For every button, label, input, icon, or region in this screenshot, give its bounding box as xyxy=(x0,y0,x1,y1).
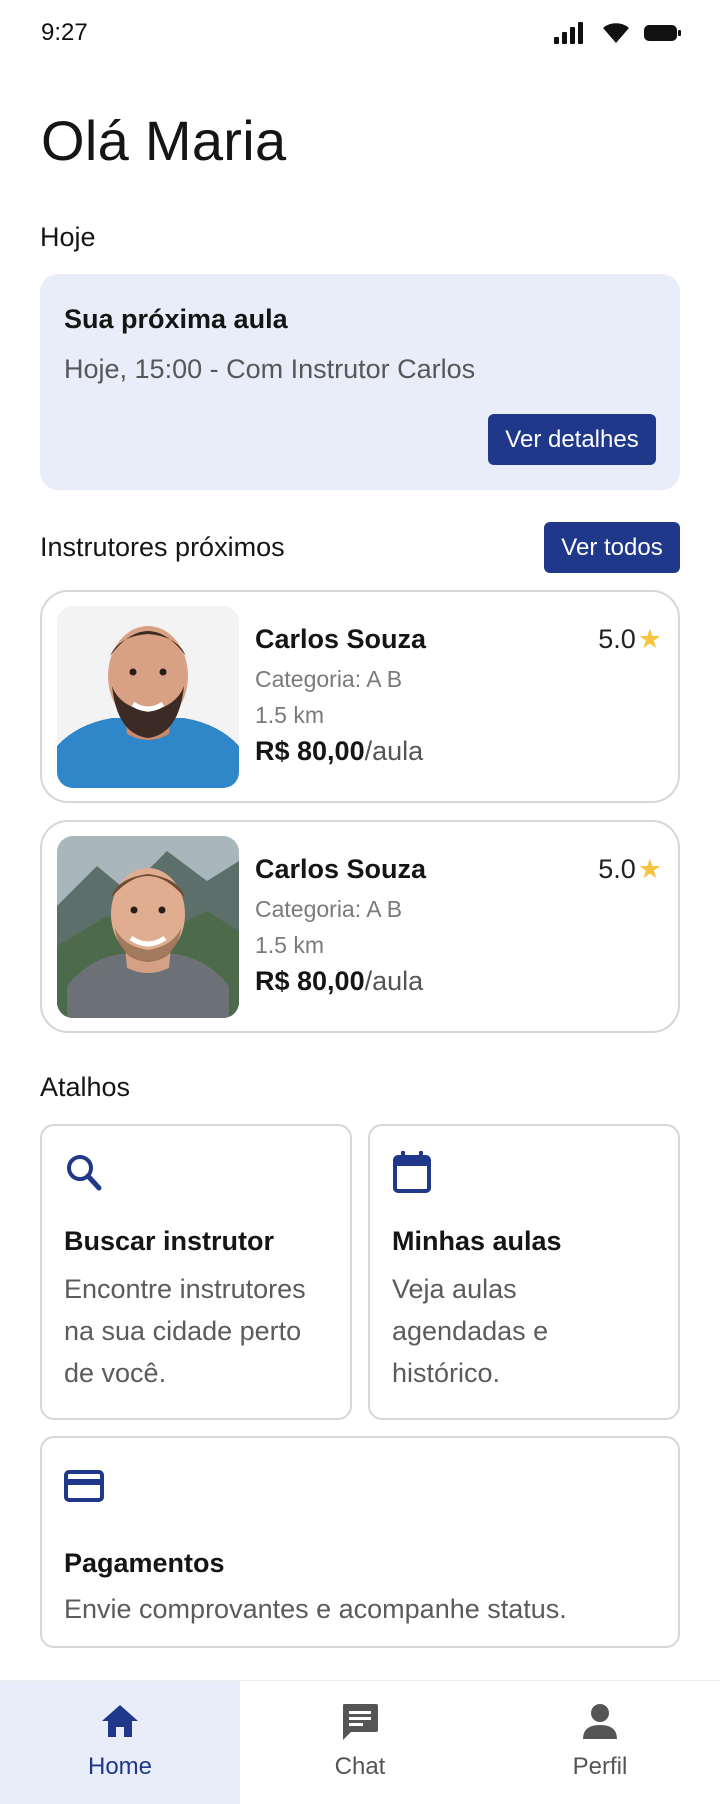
instructor-name: Carlos Souza xyxy=(255,854,427,884)
next-class-subtitle: Hoje, 15:00 - Com Instrutor Carlos xyxy=(64,354,476,384)
instructor-card[interactable]: Carlos Souza 5.0 ★ Categoria: A B 1.5 km … xyxy=(40,820,680,1033)
instructor-name: Carlos Souza xyxy=(255,624,427,654)
calendar-icon xyxy=(393,1151,431,1193)
nav-label: Perfil xyxy=(572,1753,628,1780)
instructor-rating: 5.0 ★ xyxy=(598,854,662,885)
nav-item-home[interactable]: Home xyxy=(0,1681,240,1804)
person-icon xyxy=(583,1704,617,1739)
price-unit: /aula xyxy=(364,966,424,996)
shortcut-description: Encontre instrutores na sua cidade perto… xyxy=(64,1274,306,1388)
home-icon xyxy=(102,1705,138,1737)
price-value: R$ 80,00 xyxy=(255,736,365,766)
shortcut-description: Veja aulas agendadas e histórico. xyxy=(392,1274,549,1388)
price-value: R$ 80,00 xyxy=(255,966,365,996)
rating-value: 5.0 xyxy=(598,854,636,884)
greeting-title: Olá Maria xyxy=(41,109,287,172)
instructor-photo xyxy=(57,606,239,788)
instructor-card[interactable]: Carlos Souza 5.0 ★ Categoria: A B 1.5 km … xyxy=(40,590,680,803)
search-icon xyxy=(67,1155,102,1191)
instructor-distance: 1.5 km xyxy=(255,702,325,728)
credit-card-icon xyxy=(64,1470,104,1502)
section-title-nearby: Instrutores próximos xyxy=(40,532,285,562)
shortcut-title: Minhas aulas xyxy=(392,1226,562,1256)
see-details-button[interactable]: Ver detalhes xyxy=(488,414,656,465)
status-time: 9:27 xyxy=(41,19,88,46)
instructor-rating: 5.0 ★ xyxy=(598,624,662,655)
shortcut-search-instructor[interactable]: Buscar instrutor Encontre instrutores na… xyxy=(40,1124,352,1420)
shortcut-title: Pagamentos xyxy=(64,1548,225,1578)
instructor-price: R$ 80,00/aula xyxy=(255,966,423,997)
status-bar: 9:27 xyxy=(0,0,720,66)
nav-item-profile[interactable]: Perfil xyxy=(480,1681,720,1804)
instructor-price: R$ 80,00/aula xyxy=(255,736,423,767)
shortcut-payments[interactable]: Pagamentos Envie comprovantes e acompanh… xyxy=(40,1436,680,1648)
shortcut-title: Buscar instrutor xyxy=(64,1226,275,1256)
nav-label: Home xyxy=(87,1753,153,1780)
signal-icon xyxy=(554,22,583,44)
star-icon: ★ xyxy=(637,854,662,884)
status-icons xyxy=(554,22,682,44)
instructor-category: Categoria: A B xyxy=(255,666,403,692)
bottom-nav: Home Chat Perfil xyxy=(0,1680,720,1804)
instructor-category: Categoria: A B xyxy=(255,896,403,922)
price-unit: /aula xyxy=(364,736,424,766)
rating-value: 5.0 xyxy=(598,624,636,654)
chat-icon xyxy=(343,1704,378,1740)
instructor-distance: 1.5 km xyxy=(255,932,325,958)
instructor-photo xyxy=(57,836,239,1018)
next-class-card: Sua próxima aula Hoje, 15:00 - Com Instr… xyxy=(40,274,680,490)
shortcut-description: Envie comprovantes e acompanhe status. xyxy=(64,1594,567,1624)
next-class-title: Sua próxima aula xyxy=(64,304,288,334)
battery-icon xyxy=(644,25,681,41)
nav-item-chat[interactable]: Chat xyxy=(240,1681,480,1804)
wifi-icon xyxy=(603,23,629,43)
shortcut-my-classes[interactable]: Minhas aulas Veja aulas agendadas e hist… xyxy=(368,1124,680,1420)
see-all-button[interactable]: Ver todos xyxy=(544,522,680,573)
section-title-today: Hoje xyxy=(40,222,96,252)
nav-label: Chat xyxy=(334,1753,386,1780)
star-icon: ★ xyxy=(637,624,662,654)
section-title-shortcuts: Atalhos xyxy=(40,1072,131,1102)
